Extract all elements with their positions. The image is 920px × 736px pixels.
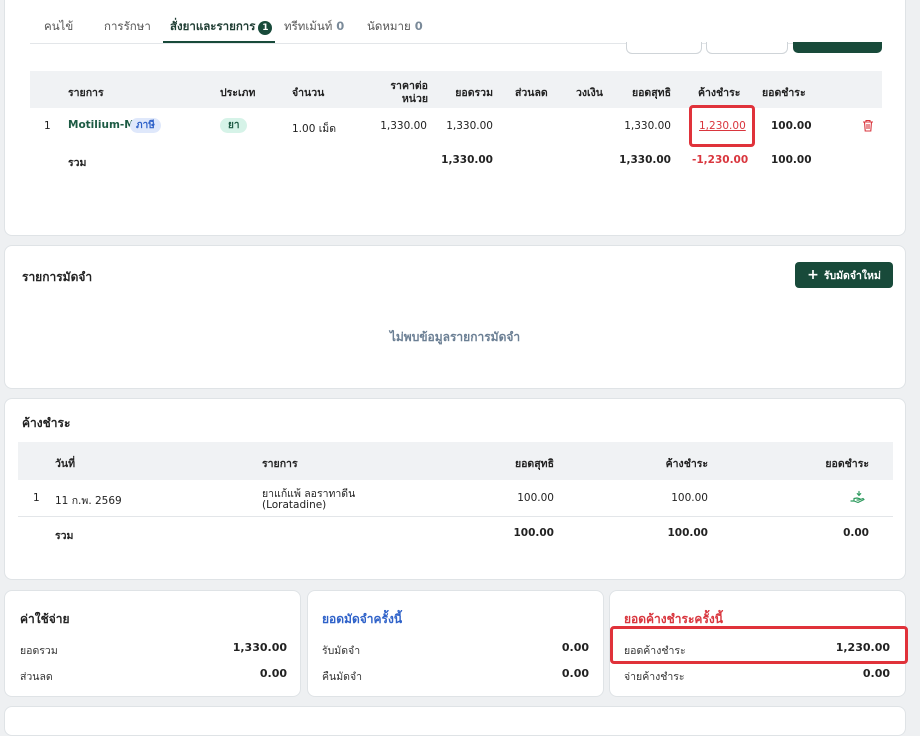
arrears-item-line2: (Loratadine) (262, 499, 327, 511)
deposit-empty-text: ไม่พบข้อมูลรายการมัดจำ (389, 330, 521, 344)
paid-value: 100.00 (771, 120, 812, 132)
col-item: รายการ (262, 458, 298, 470)
tab-label: ทรีทเม้นท์ (284, 19, 333, 33)
tab-orders[interactable]: สั่งยาและรายการ 1 (170, 18, 273, 36)
outstanding-summary-title: ยอดค้างชำระครั้งนี้ (624, 612, 723, 626)
toolbar-button[interactable] (706, 42, 788, 54)
col-item: รายการ (68, 87, 104, 99)
row-number: 1 (44, 120, 51, 132)
total-value: 1,330.00 (446, 120, 493, 132)
arrears-date: 11 ก.พ. 2569 (55, 495, 122, 507)
tab-count-badge: 1 (258, 21, 273, 35)
col-discount: ส่วนลด (515, 87, 548, 99)
sum-total: 1,330.00 (441, 154, 493, 166)
outstanding-link[interactable]: 1,230.00 (699, 120, 746, 132)
deposit-list-card (4, 245, 906, 389)
expense-title: ค่าใช้จ่าย (20, 612, 70, 626)
arrears-title: ค้างชำระ (22, 416, 71, 430)
deposit-receive-label: รับมัดจำ (322, 645, 361, 657)
expense-discount-value: 0.00 (259, 667, 287, 680)
sum-outstanding: -1,230.00 (692, 154, 749, 166)
deposit-summary-title: ยอดมัดจำครั้งนี้ (322, 612, 403, 626)
deposit-refund-label: คืนมัดจำ (322, 671, 362, 683)
arrears-net: 100.00 (517, 492, 554, 504)
arrears-outstanding: 100.00 (671, 492, 708, 504)
arrears-row-divider (18, 516, 893, 517)
col-paid: ยอดชำระ (762, 87, 806, 99)
arrears-table-header (18, 442, 893, 480)
sum-net: 1,330.00 (619, 154, 671, 166)
arrears-sum-outstanding: 100.00 (667, 527, 708, 539)
toolbar-button[interactable] (626, 42, 702, 54)
net-value: 1,330.00 (624, 120, 671, 132)
col-outstanding: ค้างชำระ (665, 458, 708, 470)
tab-label: สั่งยาและรายการ (170, 19, 256, 33)
unit-price-value: 1,330.00 (380, 120, 427, 132)
outstanding-value: 1,230.00 (835, 641, 890, 654)
pay-outstanding-label: จ่ายค้างชำระ (624, 671, 685, 683)
col-paid: ยอดชำระ (825, 458, 869, 470)
tab-count: 0 (336, 19, 345, 33)
new-deposit-button[interactable]: + รับมัดจำใหม่ (795, 262, 893, 288)
col-type: ประเภท (220, 87, 256, 99)
pay-outstanding-value: 0.00 (862, 667, 890, 680)
arrears-card (4, 398, 906, 580)
new-deposit-label: รับมัดจำใหม่ (823, 269, 881, 282)
tab-count: 0 (414, 19, 423, 33)
drug-name-link[interactable]: Motilium-M (68, 119, 135, 131)
arrears-sum-paid: 0.00 (843, 527, 869, 539)
next-card (4, 706, 906, 736)
expense-discount-label: ส่วนลด (20, 671, 53, 683)
col-unit-price-2: หน่วย (401, 93, 428, 105)
tab-label: การรักษา (104, 19, 151, 33)
col-outstanding: ค้างชำระ (698, 87, 741, 99)
arrears-sum-label: รวม (55, 530, 74, 542)
expense-total-value: 1,330.00 (232, 641, 287, 654)
plus-icon: + (807, 267, 819, 283)
deposit-list-title: รายการมัดจำ (22, 270, 93, 284)
tab-label: นัดหมาย (367, 19, 411, 33)
type-chip: ยา (220, 118, 248, 133)
col-total: ยอดรวม (455, 87, 493, 99)
tab-appointment[interactable]: นัดหมาย 0 (367, 18, 423, 36)
sum-label: รวม (68, 157, 87, 169)
qty-value: 1.00 เม็ด (292, 123, 337, 135)
col-net: ยอดสุทธิ (514, 458, 554, 470)
col-date: วันที่ (55, 458, 75, 470)
pay-hand-icon[interactable] (850, 490, 866, 507)
deposit-refund-value: 0.00 (561, 667, 589, 680)
col-limit: วงเงิน (576, 87, 603, 99)
row-number: 1 (33, 492, 40, 504)
outstanding-label: ยอดค้างชำระ (624, 645, 686, 657)
expense-total-label: ยอดรวม (20, 645, 58, 657)
sum-paid: 100.00 (771, 154, 812, 166)
deposit-receive-value: 0.00 (561, 641, 589, 654)
tab-treatment[interactable]: การรักษา (104, 18, 151, 36)
toolbar-primary-button[interactable] (793, 42, 882, 53)
col-qty: จำนวน (292, 87, 325, 99)
tab-treatment-course[interactable]: ทรีทเม้นท์ 0 (284, 18, 344, 36)
tab-patient[interactable]: คนไข้ (44, 18, 73, 36)
col-net: ยอดสุทธิ (631, 87, 671, 99)
tab-label: คนไข้ (44, 19, 74, 33)
arrears-sum-net: 100.00 (513, 527, 554, 539)
trash-icon[interactable] (862, 119, 874, 135)
tax-tag: ภาษี (130, 118, 161, 133)
